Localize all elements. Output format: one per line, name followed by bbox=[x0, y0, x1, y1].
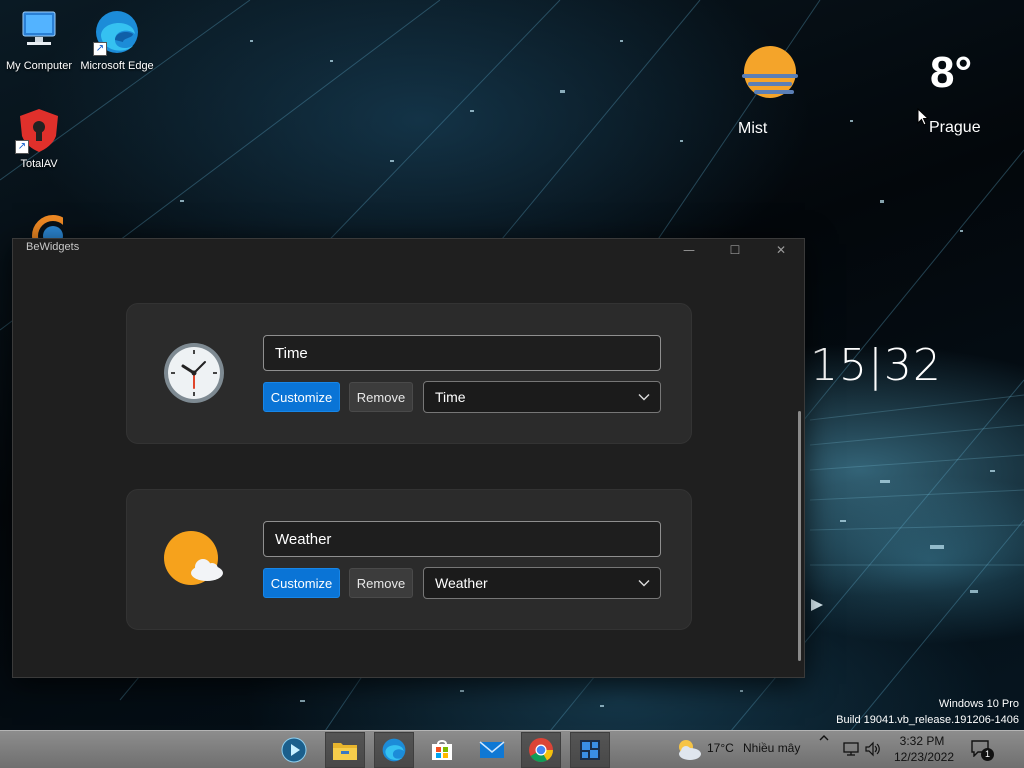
vertical-scrollbar[interactable] bbox=[798, 411, 801, 661]
taskbar-media-player[interactable] bbox=[274, 732, 314, 768]
window-titlebar[interactable]: BeWidgets — ☐ ✕ bbox=[13, 239, 804, 269]
taskbar-weather-description[interactable]: Nhiều mây bbox=[743, 741, 800, 768]
desktop-icon-label: My Computer bbox=[5, 60, 73, 72]
close-button[interactable]: ✕ bbox=[758, 239, 804, 261]
volume-icon[interactable] bbox=[864, 741, 882, 757]
notification-badge: 1 bbox=[981, 748, 994, 761]
desktop-icon-label: TotalAV bbox=[20, 158, 58, 170]
taskbar-mail[interactable] bbox=[472, 732, 512, 768]
weather-sun-cloud-icon bbox=[161, 526, 227, 592]
taskbar-edge[interactable] bbox=[374, 732, 414, 768]
widget-type-value: Weather bbox=[435, 575, 488, 591]
clock-icon bbox=[161, 340, 227, 406]
taskbar-store[interactable] bbox=[422, 732, 462, 768]
widget-type-select[interactable]: Weather bbox=[423, 567, 661, 599]
chrome-icon bbox=[529, 738, 553, 763]
taskbar: 17°C Nhiều mây 3:32 PM 12/23/2022 1 bbox=[0, 730, 1024, 768]
minimize-button[interactable]: — bbox=[666, 239, 712, 261]
notification-center-button[interactable]: 1 bbox=[970, 739, 994, 761]
clock-minutes: 32 bbox=[883, 340, 942, 391]
shield-icon: ↗ bbox=[15, 106, 63, 154]
weather-condition: Mist bbox=[738, 120, 768, 137]
weather-cloud-moon-icon bbox=[679, 740, 701, 760]
desktop-clock-widget: 15|32 bbox=[810, 340, 942, 391]
chevron-up-icon[interactable] bbox=[818, 733, 830, 743]
desktop-icon-label: Microsoft Edge bbox=[80, 60, 154, 72]
monitor-icon bbox=[15, 8, 63, 56]
widget-name-input[interactable] bbox=[263, 521, 661, 557]
widget-name-input[interactable] bbox=[263, 335, 661, 371]
widget-card-weather: Customize Remove Weather bbox=[126, 489, 692, 630]
file-explorer-icon bbox=[333, 743, 357, 760]
remove-button[interactable]: Remove bbox=[349, 382, 413, 412]
chevron-down-icon bbox=[638, 580, 650, 587]
taskbar-bewidgets[interactable] bbox=[570, 732, 610, 768]
edge-icon bbox=[382, 738, 406, 762]
mail-icon bbox=[479, 741, 505, 758]
taskbar-date[interactable]: 12/23/2022 bbox=[886, 750, 962, 768]
desktop-icon-edge[interactable]: ↗ Microsoft Edge bbox=[78, 8, 156, 72]
widget-card-time: Customize Remove Time bbox=[126, 303, 692, 444]
shortcut-arrow-icon: ↗ bbox=[15, 140, 29, 154]
widget-type-select[interactable]: Time bbox=[423, 381, 661, 413]
store-icon bbox=[432, 740, 452, 760]
bewidgets-icon bbox=[580, 740, 600, 760]
windows-watermark: Windows 10 Pro Build 19041.vb_release.19… bbox=[836, 696, 1019, 728]
edge-icon: ↗ bbox=[93, 8, 141, 56]
taskbar-chrome[interactable] bbox=[521, 732, 561, 768]
watermark-edition: Windows 10 Pro bbox=[938, 698, 1019, 710]
maximize-button[interactable]: ☐ bbox=[712, 239, 758, 261]
clock-hours: 15 bbox=[810, 340, 868, 391]
customize-button[interactable]: Customize bbox=[263, 568, 340, 598]
play-arrow-icon bbox=[811, 599, 823, 611]
widget-type-value: Time bbox=[435, 389, 466, 405]
sun-mist-icon bbox=[742, 46, 798, 98]
weather-temperature: 8° bbox=[930, 48, 973, 97]
remove-button[interactable]: Remove bbox=[349, 568, 413, 598]
taskbar-weather-temperature[interactable]: 17°C bbox=[707, 741, 734, 768]
clock-separator: | bbox=[868, 340, 884, 391]
shortcut-arrow-icon: ↗ bbox=[93, 42, 107, 56]
desktop-icon-my-computer[interactable]: My Computer bbox=[0, 8, 78, 72]
bewidgets-window: BeWidgets — ☐ ✕ Customize Remove Tim bbox=[12, 238, 805, 678]
watermark-build: Build 19041.vb_release.191206-1406 bbox=[836, 714, 1019, 726]
taskbar-file-explorer[interactable] bbox=[325, 732, 365, 768]
media-player-icon bbox=[281, 737, 307, 763]
customize-button[interactable]: Customize bbox=[263, 382, 340, 412]
chevron-down-icon bbox=[638, 394, 650, 401]
window-title: BeWidgets bbox=[26, 241, 80, 253]
network-icon[interactable] bbox=[842, 741, 860, 757]
weather-city: Prague bbox=[929, 119, 981, 136]
desktop-icon-totalav[interactable]: ↗ TotalAV bbox=[0, 106, 78, 170]
mouse-cursor-icon bbox=[917, 108, 929, 126]
